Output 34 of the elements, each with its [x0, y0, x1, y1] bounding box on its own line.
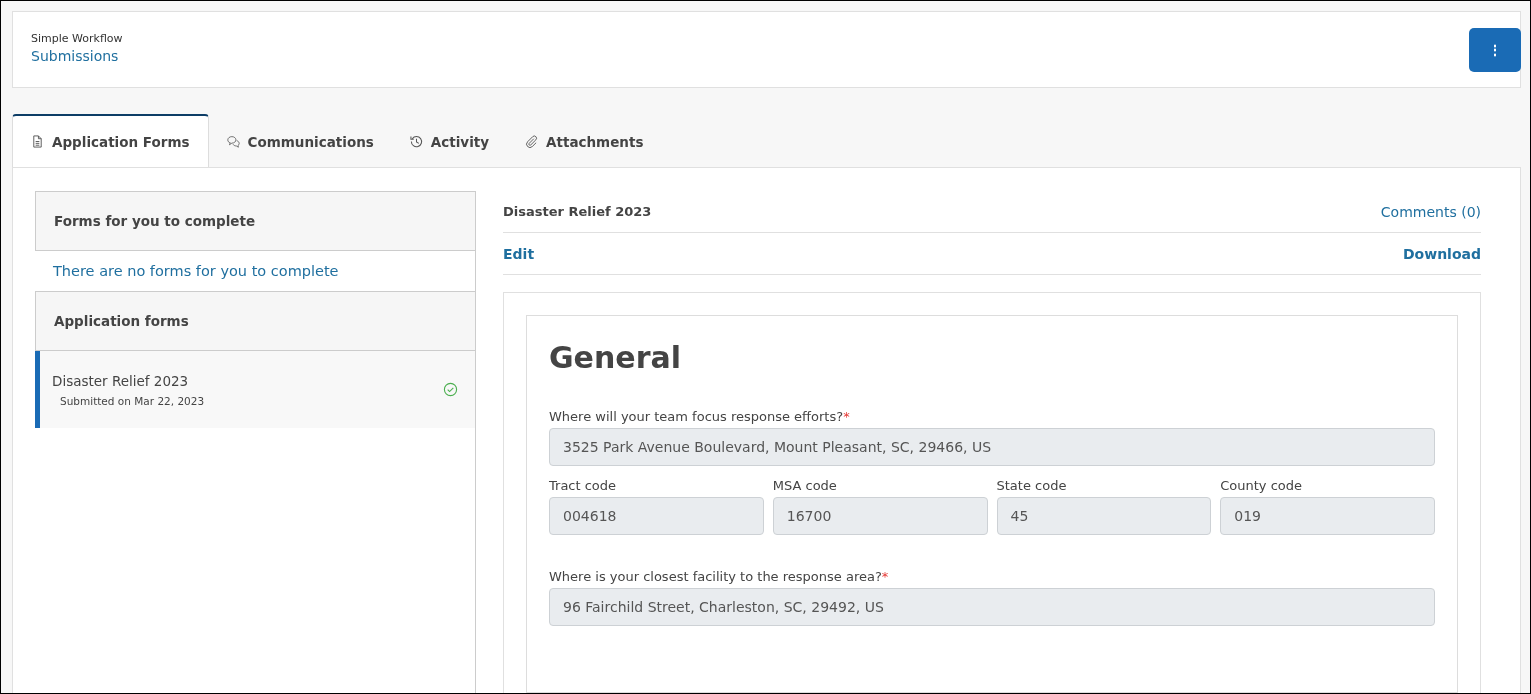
empty-message: There are no forms for you to complete [52, 262, 340, 281]
section-title: Application forms [54, 313, 189, 329]
field-label: State code [996, 478, 1068, 493]
question-label: Where is your closest facility to the response area?* [549, 569, 890, 584]
submissions-link[interactable]: Submissions [31, 48, 123, 64]
chat-icon [226, 135, 240, 148]
tab[interactable]: Attachments [507, 114, 662, 167]
input-field[interactable]: 96 Fairchild Street, Charleston, SC, 29492, US [549, 588, 1435, 626]
input-field[interactable]: 019 [1220, 497, 1435, 535]
input-field[interactable]: 45 [996, 497, 1212, 535]
document-icon [31, 135, 44, 148]
more-menu-button[interactable]: ⋮ [1469, 28, 1521, 72]
field-label: County code [1220, 478, 1304, 493]
history-icon [409, 135, 423, 148]
tab[interactable]: Communications [208, 114, 392, 167]
input-field[interactable]: 3525 Park Avenue Boulevard, Mount Pleasant, SC, 29466, US [549, 428, 1435, 466]
paperclip-icon [525, 135, 539, 148]
tab[interactable]: Activity [391, 114, 508, 167]
edit-link[interactable]: Edit [503, 245, 535, 262]
field-label: Tract code [549, 478, 618, 493]
submitted-date: Submitted on Mar 22, 2023 [59, 394, 205, 407]
tab[interactable]: Application Forms [12, 114, 209, 167]
input-field[interactable]: 16700 [772, 497, 988, 535]
form-list-item[interactable]: Disaster Relief 2023 Submitted on Mar 22, 2023 [35, 351, 475, 428]
form-title: Disaster Relief 2023 [503, 204, 652, 219]
field-label: MSA code [772, 478, 838, 493]
section-title: Forms for you to complete [54, 213, 256, 229]
comments-link[interactable]: Comments (0) [1380, 203, 1481, 220]
input-field[interactable]: 004618 [549, 497, 764, 535]
form-name: Disaster Relief 2023 [52, 372, 190, 389]
workflow-name: Simple Workflow [31, 32, 123, 45]
download-link[interactable]: Download [1402, 245, 1481, 262]
question-label: Where will your team focus response efforts?* [549, 409, 851, 424]
section-heading: General [549, 340, 682, 375]
